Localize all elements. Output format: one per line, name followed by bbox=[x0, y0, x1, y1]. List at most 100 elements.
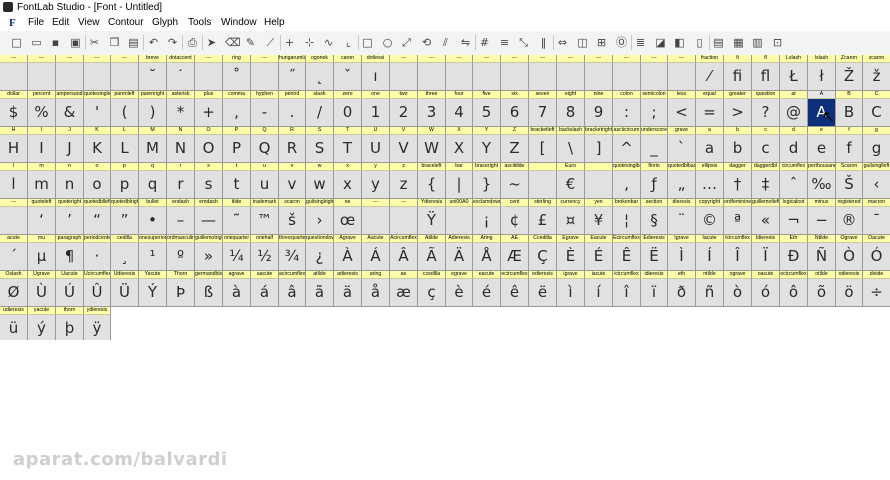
glyph-cell[interactable]: Ë bbox=[641, 243, 668, 271]
glyph-cell[interactable]: ł bbox=[808, 63, 836, 91]
mask-icon[interactable]: ◪ bbox=[654, 36, 667, 49]
glyph-cell[interactable]: ª bbox=[724, 207, 752, 235]
glyph-cell[interactable]: Î bbox=[724, 243, 752, 271]
knife-icon[interactable]: ⟋ bbox=[264, 36, 277, 49]
glyph-cell[interactable]: & bbox=[56, 99, 84, 127]
glyph-cell[interactable]: ñ bbox=[696, 279, 724, 307]
glyph-cell[interactable]: » bbox=[195, 243, 223, 271]
glyph-cell[interactable] bbox=[0, 63, 28, 91]
glyph-cell[interactable] bbox=[613, 63, 641, 91]
tangent-icon[interactable]: ⊹ bbox=[303, 36, 316, 49]
glyph-cell[interactable]: } bbox=[473, 171, 501, 199]
glyph-cell[interactable]: > bbox=[724, 99, 752, 127]
glyph-cell[interactable]: ‚ bbox=[613, 171, 641, 199]
glyph-cell[interactable]: c bbox=[752, 135, 780, 163]
glyph-cell[interactable]: x bbox=[334, 171, 362, 199]
glyph-cell[interactable]: g bbox=[863, 135, 890, 163]
glyph-cell[interactable]: « bbox=[752, 207, 780, 235]
glyph-cell[interactable]: ¥ bbox=[585, 207, 613, 235]
glyph-cell[interactable]: l bbox=[0, 171, 28, 199]
glyph-cell[interactable]: ‡ bbox=[752, 171, 780, 199]
glyph-cell[interactable]: ¼ bbox=[223, 243, 251, 271]
glyph-cell[interactable] bbox=[418, 63, 446, 91]
glyph-cell[interactable]: — bbox=[195, 207, 223, 235]
glyph-cell[interactable]: Y bbox=[473, 135, 501, 163]
glyph-cell[interactable]: e bbox=[808, 135, 836, 163]
glyph-cell[interactable]: ’ bbox=[56, 207, 84, 235]
glyph-cell[interactable] bbox=[195, 63, 223, 91]
glyph-cell[interactable]: „ bbox=[668, 171, 696, 199]
glyph-cell[interactable]: y bbox=[362, 171, 390, 199]
glyph-cell[interactable]: ¬ bbox=[780, 207, 808, 235]
glyph-cell[interactable]: · bbox=[84, 243, 111, 271]
glyph-cell[interactable]: ö bbox=[836, 279, 863, 307]
menu-edit[interactable]: Edit bbox=[52, 15, 69, 31]
glyph-cell[interactable]: ` bbox=[668, 135, 696, 163]
glyph-cell[interactable]: ˚ bbox=[223, 63, 251, 91]
glyph-cell[interactable]: O bbox=[195, 135, 223, 163]
scale-icon[interactable]: ⤢ bbox=[400, 36, 413, 49]
glyph-cell[interactable]: Ð bbox=[780, 243, 808, 271]
glyph-cell[interactable]: t bbox=[223, 171, 251, 199]
glyph-cell[interactable]: 0 bbox=[334, 99, 362, 127]
mode-icon[interactable]: ◧ bbox=[673, 36, 686, 49]
glyph-cell[interactable]: o bbox=[84, 171, 111, 199]
glyph-cell[interactable]: Â bbox=[390, 243, 418, 271]
glyph-cell[interactable] bbox=[390, 207, 418, 235]
glyph-cell[interactable]: ´ bbox=[0, 243, 28, 271]
glyph-cell[interactable]: Í bbox=[696, 243, 724, 271]
glyph-cell[interactable]: ç bbox=[418, 279, 446, 307]
view-icon[interactable]: ▯ bbox=[693, 36, 706, 49]
glyph-cell[interactable]: ¾ bbox=[279, 243, 306, 271]
glyph-cell[interactable]: T bbox=[334, 135, 362, 163]
glyph-cell[interactable]: Ï bbox=[752, 243, 780, 271]
glyph-cell[interactable]: å bbox=[362, 279, 390, 307]
glyph-cell[interactable] bbox=[557, 63, 585, 91]
glyph-cell[interactable] bbox=[641, 63, 668, 91]
glyph-cell[interactable]: “ bbox=[84, 207, 111, 235]
glyph-cell[interactable]: , bbox=[223, 99, 251, 127]
glyph-cell[interactable]: ~ bbox=[501, 171, 529, 199]
glyph-cell[interactable]: î bbox=[613, 279, 641, 307]
glyph-cell[interactable]: ð bbox=[668, 279, 696, 307]
glyph-cell[interactable]: ˝ bbox=[279, 63, 306, 91]
glyph-cell[interactable]: ¨ bbox=[668, 207, 696, 235]
glyph-cell[interactable] bbox=[473, 63, 501, 91]
glyph-cell[interactable]: º bbox=[167, 243, 195, 271]
glyph-cell[interactable]: ë bbox=[529, 279, 557, 307]
glyph-cell[interactable]: q bbox=[139, 171, 167, 199]
glyph-cell[interactable]: v bbox=[279, 171, 306, 199]
ellipse-icon[interactable]: ○ bbox=[381, 36, 394, 49]
glyph-cell[interactable]: P bbox=[223, 135, 251, 163]
glyph-cell[interactable] bbox=[111, 63, 139, 91]
glyph-cell[interactable]: ^ bbox=[613, 135, 641, 163]
glyph-cell[interactable]: ™ bbox=[251, 207, 279, 235]
glyph-cell[interactable] bbox=[529, 171, 557, 199]
glyph-cell[interactable]: R bbox=[279, 135, 306, 163]
glyph-cell[interactable] bbox=[362, 207, 390, 235]
glyph-cell[interactable]: £ bbox=[529, 207, 557, 235]
glyph-cell[interactable]: ï bbox=[641, 279, 668, 307]
slant-icon[interactable]: ⫽ bbox=[439, 36, 452, 49]
glyph-cell[interactable]: ? bbox=[752, 99, 780, 127]
glyph-cell[interactable]: V bbox=[390, 135, 418, 163]
glyph-cell[interactable]: þ bbox=[56, 315, 84, 340]
glyph-cell[interactable]: ( bbox=[111, 99, 139, 127]
menu-help[interactable]: Help bbox=[264, 15, 285, 31]
glyph-cell[interactable]: ® bbox=[836, 207, 863, 235]
glyph-cell[interactable]: ¯ bbox=[863, 207, 890, 235]
menu-view[interactable]: View bbox=[78, 15, 100, 31]
glyph-cell[interactable]: Q bbox=[251, 135, 279, 163]
glyph-cell[interactable]: m bbox=[28, 171, 56, 199]
paste-icon[interactable]: ▤ bbox=[127, 36, 140, 49]
glyph-cell[interactable]: š bbox=[279, 207, 306, 235]
menu-file[interactable]: File bbox=[28, 15, 44, 31]
glyph-cell[interactable]: 8 bbox=[557, 99, 585, 127]
glyph-cell[interactable] bbox=[84, 63, 111, 91]
glyph-cell[interactable]: Ž bbox=[836, 63, 863, 91]
open-icon[interactable]: ▭ bbox=[30, 36, 43, 49]
glyph-cell[interactable]: ÷ bbox=[863, 279, 890, 307]
glyph-cell[interactable]: ⁄ bbox=[696, 63, 724, 91]
glyph-cell[interactable]: Ò bbox=[836, 243, 863, 271]
split-icon[interactable]: ▥ bbox=[751, 36, 764, 49]
